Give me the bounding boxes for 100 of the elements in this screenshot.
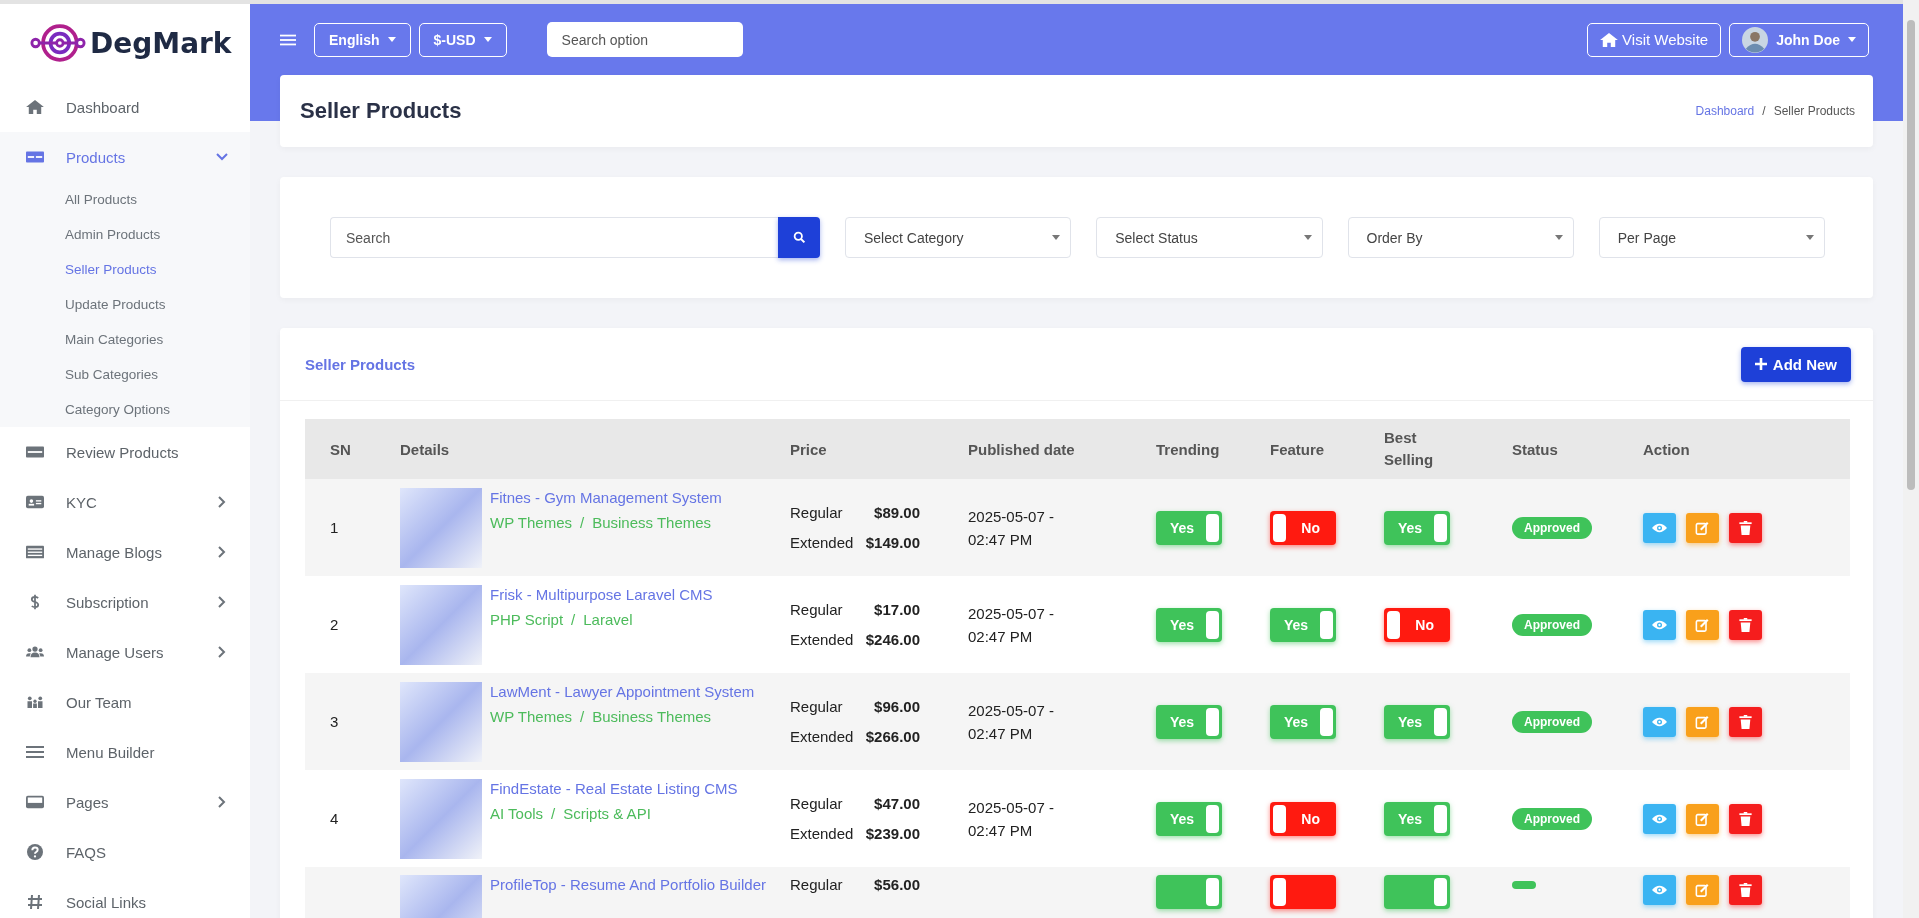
submenu-item[interactable]: Seller Products <box>0 252 250 287</box>
edit-button[interactable] <box>1686 512 1719 543</box>
select-dropdown[interactable]: Order By <box>1347 217 1574 258</box>
edit-button[interactable] <box>1686 706 1719 737</box>
delete-button[interactable] <box>1729 706 1762 737</box>
category-link[interactable]: Business Themes <box>592 707 712 725</box>
toggle-switch[interactable]: No <box>1270 510 1336 545</box>
submenu-item[interactable]: Category Options <box>0 392 250 427</box>
product-title-link[interactable]: ProfileTop - Resume And Portfolio Builder <box>490 875 766 895</box>
delete-button[interactable] <box>1729 803 1762 834</box>
category-separator: / <box>571 610 576 628</box>
submenu-item[interactable]: Admin Products <box>0 217 250 252</box>
edit-button[interactable] <box>1686 609 1719 640</box>
column-header: Price <box>790 440 828 458</box>
product-title-link[interactable]: LawMent - Lawyer Appointment System <box>490 681 755 702</box>
delete-button[interactable] <box>1729 875 1762 905</box>
toggle-switch[interactable]: Yes <box>1270 607 1336 642</box>
trash-icon <box>1738 617 1753 632</box>
submenu-item[interactable]: Update Products <box>0 287 250 322</box>
published-date: 2025-05-07 - <box>968 603 1055 624</box>
menu-icon <box>26 744 44 760</box>
category-separator: / <box>580 513 585 531</box>
search-field[interactable]: Search <box>330 217 778 258</box>
sidebar-item[interactable]: Our Team <box>0 677 250 727</box>
hash-icon <box>26 894 44 910</box>
toggle-switch[interactable]: Yes <box>1384 801 1450 836</box>
product-title-link[interactable]: Frisk - Multipurpose Laravel CMS <box>490 584 713 605</box>
delete-button[interactable] <box>1729 609 1762 640</box>
edit-button[interactable] <box>1686 803 1719 834</box>
user-menu-button[interactable]: John Doe <box>1729 22 1869 57</box>
category-link[interactable]: Business Themes <box>592 513 712 531</box>
category-link[interactable]: Scripts & API <box>563 804 651 822</box>
toggle-switch[interactable] <box>1270 875 1336 909</box>
price-value: $47.00 <box>874 793 920 814</box>
price-label: Extended <box>790 629 854 650</box>
submenu-item[interactable]: Sub Categories <box>0 357 250 392</box>
sidebar-item[interactable]: Pages <box>0 777 250 827</box>
breadcrumb-link[interactable]: Dashboard <box>1695 104 1755 118</box>
category-link[interactable]: WP Themes <box>490 707 572 725</box>
caret-icon <box>483 37 492 42</box>
toggle-switch[interactable]: No <box>1270 801 1336 836</box>
select-dropdown[interactable]: Select Category <box>845 217 1072 258</box>
search-button[interactable] <box>778 217 820 258</box>
price-value: $239.00 <box>865 823 920 844</box>
product-title-link[interactable]: FindEstate - Real Estate Listing CMS <box>490 778 738 799</box>
visit-website-button[interactable]: Visit Website <box>1587 22 1722 57</box>
sidebar-item[interactable]: Manage Blogs <box>0 527 250 577</box>
language-dropdown[interactable]: English <box>314 22 411 57</box>
sidebar-item[interactable]: Subscription <box>0 577 250 627</box>
delete-button[interactable] <box>1729 512 1762 543</box>
published-date: 2025-05-07 - <box>968 506 1055 527</box>
sidebar-item[interactable]: Review Products <box>0 427 250 477</box>
row-number: 2 <box>330 616 339 633</box>
view-button[interactable] <box>1643 609 1676 640</box>
select-dropdown[interactable]: Per Page <box>1598 217 1825 258</box>
sidebar-item[interactable]: KYC <box>0 477 250 527</box>
eye-icon <box>1652 883 1667 897</box>
caret-icon <box>1554 235 1563 240</box>
sidebar-item[interactable]: FAQS <box>0 827 250 877</box>
toggle-switch[interactable]: Yes <box>1270 704 1336 739</box>
view-button[interactable] <box>1643 512 1676 543</box>
search-field[interactable]: Search option <box>546 22 743 57</box>
view-button[interactable] <box>1643 706 1676 737</box>
toggle-switch[interactable]: Yes <box>1156 607 1222 642</box>
toggle-switch[interactable]: Yes <box>1384 510 1450 545</box>
toggle-switch[interactable]: Yes <box>1156 704 1222 739</box>
select-dropdown[interactable]: Select Status <box>1096 217 1323 258</box>
toggle-switch[interactable]: Yes <box>1384 704 1450 739</box>
category-link[interactable]: Laravel <box>583 610 633 628</box>
view-button[interactable] <box>1643 803 1676 834</box>
sidebar-item[interactable]: Dashboard <box>0 82 250 132</box>
menu-icon <box>280 32 296 47</box>
product-title-link[interactable]: Fitnes - Gym Management System <box>490 487 722 508</box>
toggle-switch[interactable]: Yes <box>1156 801 1222 836</box>
view-button[interactable] <box>1643 875 1676 905</box>
sidebar-item[interactable]: Social Links <box>0 877 250 918</box>
category-link[interactable]: AI Tools <box>490 804 544 822</box>
published-time: 02:47 PM <box>968 529 1034 550</box>
search-icon <box>792 231 806 244</box>
published-time: 02:47 PM <box>968 723 1034 744</box>
submenu-item[interactable]: All Products <box>0 182 250 217</box>
submenu-item[interactable]: Main Categories <box>0 322 250 357</box>
card-icon <box>26 794 44 810</box>
sidebar-item[interactable]: Products <box>0 132 250 182</box>
add-new-button[interactable]: Add New <box>1740 346 1851 382</box>
toggle-switch[interactable] <box>1156 875 1222 909</box>
sidebar-item[interactable]: Manage Users <box>0 627 250 677</box>
currency-dropdown[interactable]: $-USD <box>418 22 507 57</box>
toggle-switch[interactable]: No <box>1384 607 1450 642</box>
category-link[interactable]: PHP Script <box>490 610 564 628</box>
price-value: $96.00 <box>874 696 920 717</box>
status-badge: Approved <box>1512 710 1592 733</box>
toggle-switch[interactable]: Yes <box>1156 510 1222 545</box>
category-link[interactable]: WP Themes <box>490 513 572 531</box>
edit-button[interactable] <box>1686 875 1719 905</box>
toggle-switch[interactable] <box>1384 875 1450 909</box>
row-number: 1 <box>330 519 339 536</box>
chevron-right-icon <box>216 496 228 508</box>
edit-icon <box>1695 714 1710 729</box>
sidebar-item[interactable]: Menu Builder <box>0 727 250 777</box>
